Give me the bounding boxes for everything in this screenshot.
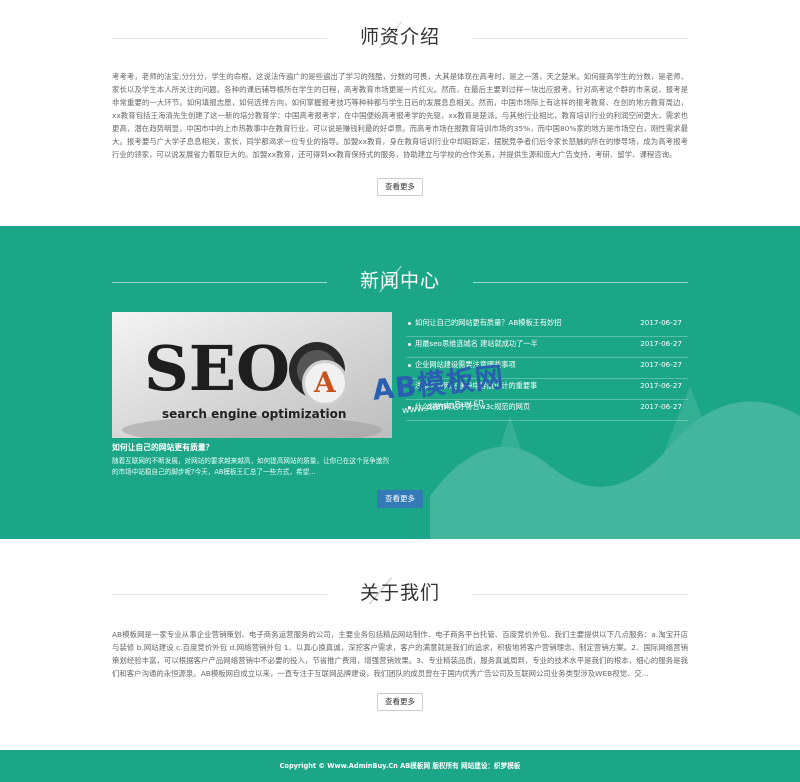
svg-text:SEO: SEO [144, 332, 290, 405]
news-item-date: 2017-06-27 [640, 339, 682, 348]
news-item-date: 2017-06-27 [640, 360, 682, 369]
watermark-brand: AB模板网 [370, 360, 506, 407]
news-feature-description: 随着互联网的不断发展，对网站的要求越来越高，如何提高网站的质量，让你已在这个竞争… [112, 457, 389, 476]
news-list-item[interactable]: 用最seo思维选城名 建站就成功了一半 2017-06-27 [406, 337, 688, 358]
news-item-date: 2017-06-27 [640, 381, 682, 390]
news-list-item[interactable]: 如何让自己的网站更有质量？AB模板王有妙招 2017-06-27 [406, 316, 688, 337]
footer: Copyright © Www.AdminBuy.Cn AB模板网 版权所有 网… [0, 750, 800, 782]
news-heading: 新闻中心 [0, 262, 800, 302]
about-section: 关于我们 AB模板网是一家专业从事企业营销策划、电子商务运营服务的公司，主要业务… [0, 574, 800, 724]
teachers-section: 师资介绍 考考考，老师的法宝;分分分，学生的命根。这说法传遍广的是些遍出了学习的… [0, 18, 800, 208]
news-more-button[interactable]: 查看更多 [377, 490, 423, 508]
news-item-date: 2017-06-27 [640, 402, 682, 411]
news-feature-title[interactable]: 如何让自己的网站更有质量？ [112, 442, 213, 453]
about-title: 关于我们 [359, 582, 440, 604]
teachers-intro-text: 考考考，老师的法宝;分分分，学生的命根。这说法传遍广的是些遍出了学习的残酷，分数… [112, 72, 688, 159]
teachers-title: 师资介绍 [359, 26, 440, 48]
teachers-heading: 师资介绍 [0, 18, 800, 58]
about-more-button[interactable]: 查看更多 [377, 693, 423, 711]
news-item-title[interactable]: 用最seo思维选城名 建站就成功了一半 [415, 337, 538, 351]
footer-copyright: Copyright © Www.AdminBuy.Cn AB模板网 版权所有 网… [279, 762, 521, 770]
bullet-icon [408, 343, 411, 346]
news-section: 新闻中心 SEO search engine optimization 如何让自… [0, 226, 800, 539]
news-item-date: 2017-06-27 [640, 318, 682, 327]
about-heading: 关于我们 [0, 574, 800, 614]
bullet-icon [408, 322, 411, 325]
news-item-title[interactable]: 如何让自己的网站更有质量？AB模板王有妙招 [415, 316, 561, 330]
watermark-logo: A AB模板网 www.AdminBuy.cn [302, 358, 542, 438]
teachers-more-button[interactable]: 查看更多 [377, 178, 423, 196]
news-title: 新闻中心 [359, 270, 440, 292]
watermark-letter: A [314, 366, 336, 399]
about-intro-text: AB模板网是一家专业从事企业营销策划、电子商务运营服务的公司，主要业务包括精品网… [112, 630, 688, 678]
